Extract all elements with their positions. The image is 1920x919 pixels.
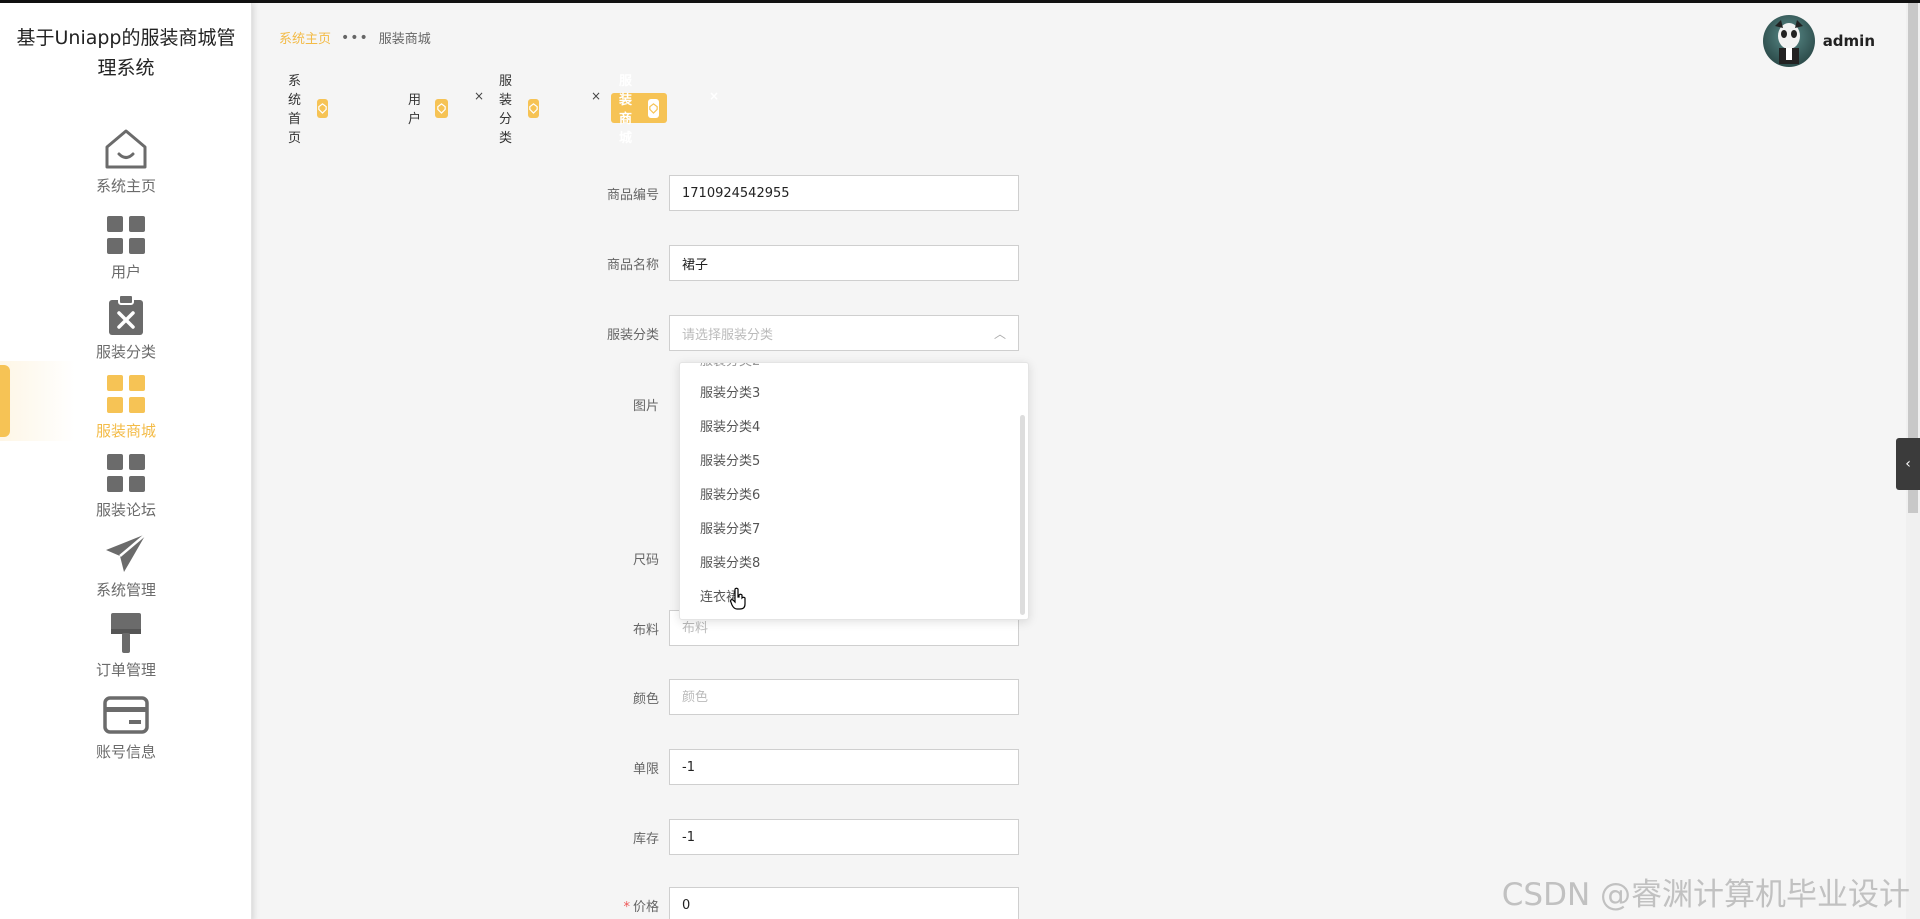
sidebar-item-label: 订单管理 [95, 661, 156, 679]
form-row-category: 服装分类 请选择服装分类 ︿ [560, 315, 1019, 351]
sidebar-item-category[interactable]: 服装分类 [0, 291, 252, 369]
price-field[interactable] [669, 887, 1019, 919]
required-mark: * [623, 899, 630, 915]
limit-label: 单限 [632, 761, 659, 777]
product-no-field[interactable] [669, 175, 1019, 211]
page-scrollbar-thumb[interactable] [1908, 3, 1918, 513]
tab-home[interactable]: 系统首页 [280, 74, 336, 146]
sidebar-item-system[interactable]: 系统管理 [0, 529, 252, 607]
tag-icon [648, 98, 660, 118]
tab-label: 系统首页 [288, 74, 302, 146]
sidebar-item-home[interactable]: 系统主页 [0, 125, 252, 203]
limit-field[interactable] [669, 749, 1019, 785]
sidebar: 基于Uniapp的服装商城管理系统 系统主页 用户 服装分类 服装商城 服装论坛 [0, 3, 252, 919]
breadcrumb-separator: ••• [341, 29, 369, 46]
hand-cursor-icon [730, 587, 746, 610]
chevron-up-icon: ︿ [993, 326, 1006, 341]
house-icon [102, 125, 150, 173]
watermark: CSDN @睿渊计算机毕业设计 [1501, 877, 1910, 913]
tab-label: 服装分类 [499, 74, 513, 146]
limit-input[interactable] [682, 759, 1006, 775]
tag-icon [434, 98, 449, 118]
dropdown-scrollbar[interactable] [1020, 415, 1025, 615]
color-label: 颜色 [632, 691, 659, 707]
grid-icon [102, 370, 150, 418]
sidebar-item-label: 用户 [110, 263, 141, 281]
sidebar-item-label: 服装商城 [95, 422, 156, 440]
form-row-stock: 库存 [560, 819, 1019, 855]
avatar[interactable] [1762, 15, 1815, 67]
close-icon[interactable]: × [474, 90, 484, 102]
form-row-product-name: 商品名称 [560, 245, 1019, 281]
tab-label: 服装商城 [619, 74, 633, 146]
tab-label: 用户 [408, 93, 422, 127]
sidebar-item-label: 系统管理 [95, 581, 156, 599]
dropdown-option[interactable]: 服装分类3 [700, 377, 760, 411]
color-field[interactable] [669, 679, 1019, 715]
app-title: 基于Uniapp的服装商城管理系统 [16, 27, 236, 79]
stock-label: 库存 [632, 831, 659, 847]
category-placeholder: 请选择服装分类 [682, 327, 774, 343]
sidebar-item-account[interactable]: 账号信息 [0, 691, 252, 769]
product-name-input[interactable] [682, 255, 1006, 271]
breadcrumb-home-link[interactable]: 系统主页 [279, 28, 331, 47]
form-row-color: 颜色 [560, 679, 1019, 715]
brush-icon [102, 609, 150, 657]
category-dropdown: 服装分类2 服装分类3 服装分类4 服装分类5 服装分类6 服装分类7 服装分类… [679, 362, 1029, 620]
user-menu[interactable]: admin [1762, 15, 1875, 67]
category-select[interactable]: 请选择服装分类 ︿ [669, 315, 1019, 351]
product-name-field[interactable] [669, 245, 1019, 281]
dropdown-option[interactable]: 服装分类5 [700, 445, 760, 479]
stock-field[interactable] [669, 819, 1019, 855]
grid-icon [102, 449, 150, 497]
close-icon[interactable]: × [709, 90, 719, 102]
tag-icon [317, 98, 329, 118]
form-row-product-no: 商品编号 [560, 175, 1019, 211]
price-input[interactable] [682, 897, 1006, 913]
tab-users[interactable]: 用户 × [400, 90, 484, 127]
breadcrumb: 系统主页 ••• 服装商城 [279, 28, 431, 48]
chevron-left-icon[interactable]: ‹ [1896, 438, 1920, 490]
breadcrumb-current: 服装商城 [378, 32, 431, 47]
form-row-size: 尺码 [560, 540, 669, 576]
sidebar-item-forum[interactable]: 服装论坛 [0, 449, 252, 527]
color-input[interactable] [682, 689, 1006, 705]
size-label: 尺码 [632, 552, 659, 568]
clipboard-x-icon [102, 291, 150, 339]
stock-input[interactable] [682, 829, 1006, 845]
form-row-price: * 价格 [560, 887, 1019, 919]
image-label: 图片 [632, 398, 659, 414]
dropdown-option[interactable]: 服装分类7 [700, 513, 760, 547]
product-name-label: 商品名称 [606, 257, 659, 273]
sidebar-item-label: 账号信息 [95, 743, 156, 761]
sidebar-item-clothing-mall[interactable]: 服装商城 [0, 370, 252, 448]
form-row-image: 图片 [560, 386, 669, 422]
product-no-input[interactable] [682, 185, 1006, 201]
product-no-label: 商品编号 [606, 187, 659, 203]
paper-plane-icon [102, 529, 150, 577]
grid-icon [102, 211, 150, 259]
price-label: * 价格 [560, 896, 669, 915]
tag-icon [528, 98, 540, 118]
fabric-input[interactable] [682, 620, 1006, 636]
sidebar-item-label: 服装论坛 [95, 501, 156, 519]
form-row-limit: 单限 [560, 749, 1019, 785]
sidebar-item-users[interactable]: 用户 [0, 211, 252, 289]
dropdown-option[interactable]: 服装分类8 [700, 547, 760, 581]
username[interactable]: admin [1823, 32, 1875, 50]
sidebar-item-label: 系统主页 [95, 177, 156, 195]
sidebar-item-label: 服装分类 [95, 343, 156, 361]
price-label-text: 价格 [632, 899, 659, 915]
tab-clothing-mall[interactable]: 服装商城 × [611, 74, 719, 146]
dropdown-option[interactable]: 服装分类4 [700, 411, 760, 445]
close-icon[interactable]: × [591, 90, 601, 102]
tab-category[interactable]: 服装分类 × [491, 74, 601, 146]
sidebar-item-orders[interactable]: 订单管理 [0, 609, 252, 687]
category-label: 服装分类 [606, 327, 659, 343]
dropdown-option[interactable]: 服装分类6 [700, 479, 760, 513]
card-icon [102, 691, 150, 739]
fabric-label: 布料 [632, 622, 659, 638]
